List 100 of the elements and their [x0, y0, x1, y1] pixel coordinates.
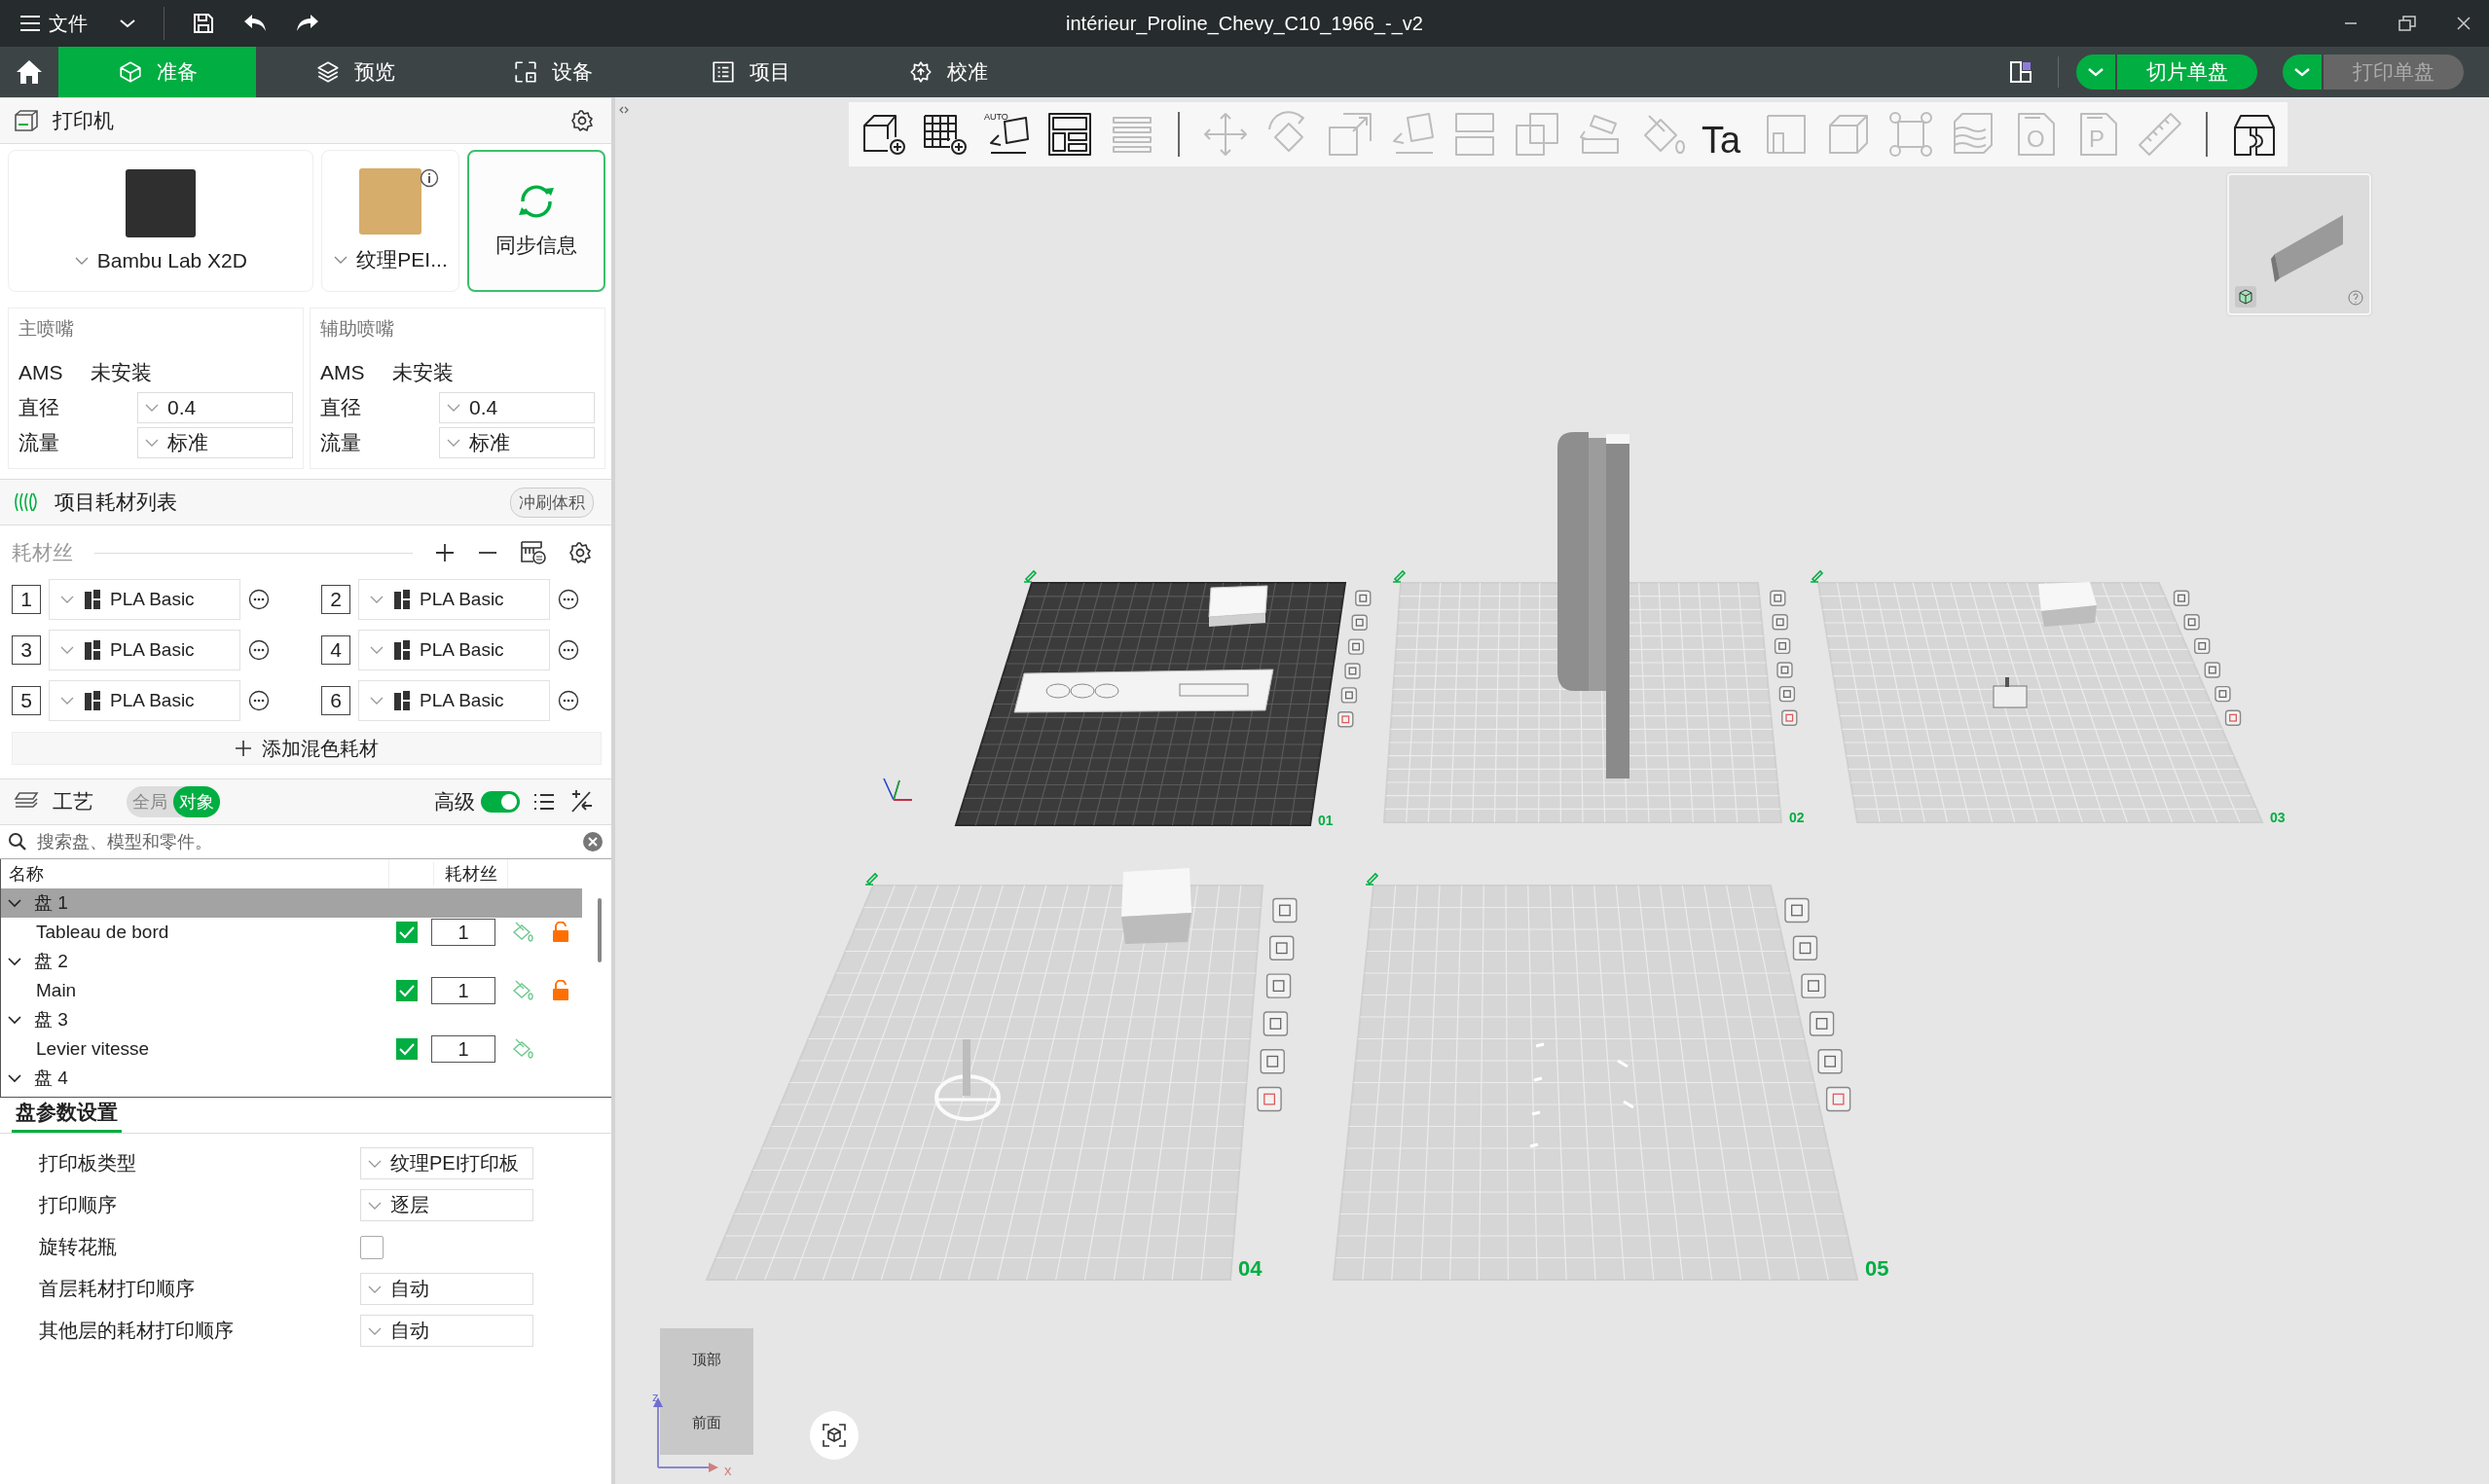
search-field[interactable]: 搜索盘、模型和零件。 — [35, 830, 574, 853]
box-model[interactable] — [1208, 585, 1268, 627]
settings-tab[interactable]: 盘参数设置 — [12, 1099, 122, 1133]
plus-icon[interactable] — [235, 740, 252, 757]
diameter-dropdown[interactable]: 0.4 — [439, 392, 595, 423]
plate-tool-icon[interactable] — [1340, 687, 1358, 704]
setting-dropdown[interactable]: 逐层 — [360, 1189, 533, 1221]
small-model[interactable] — [1993, 677, 2028, 708]
printer-model[interactable]: Bambu Lab X2D — [96, 249, 247, 272]
plate-tool-icon[interactable] — [1272, 897, 1298, 923]
filament-number-field[interactable]: 1 — [431, 1035, 495, 1063]
filament-dropdown[interactable]: PLA Basic — [358, 680, 550, 721]
plate-tool-icon[interactable] — [1784, 897, 1810, 923]
setting-dropdown[interactable]: 自动 — [360, 1315, 533, 1347]
plate-selector[interactable]: 纹理PEI... — [320, 150, 460, 292]
chevron-icon[interactable] — [7, 897, 22, 909]
plate-tool-icon[interactable] — [2173, 590, 2190, 606]
cube-face-label[interactable]: 顶部 — [692, 1351, 721, 1369]
plate-row[interactable]: 盘 4 — [1, 1064, 582, 1093]
more-icon[interactable] — [248, 589, 270, 610]
plate-tool-icon[interactable] — [1778, 685, 1796, 703]
plate-tool-icon[interactable] — [2183, 614, 2200, 631]
nav-tab[interactable]: 项目 — [651, 47, 849, 97]
nav-tab[interactable]: 设备 — [454, 47, 651, 97]
plate-tool-icon[interactable] — [1257, 1086, 1282, 1112]
setting-dropdown[interactable]: 纹理PEI打印板 — [360, 1147, 533, 1179]
save-icon[interactable] — [192, 12, 215, 35]
filament-number-field[interactable]: 1 — [431, 919, 495, 946]
cube-icon[interactable] — [821, 1422, 848, 1449]
more-icon[interactable] — [248, 639, 270, 661]
nav-tab[interactable]: 预览 — [256, 47, 454, 97]
object-name[interactable]: Tableau de bord — [36, 922, 396, 943]
sync-button[interactable]: 同步信息 — [467, 150, 605, 292]
flow-dropdown[interactable]: 标准 — [137, 427, 293, 458]
filament-dropdown[interactable]: PLA Basic — [49, 680, 240, 721]
plate-tool-icon[interactable] — [2214, 685, 2231, 703]
tab-icon[interactable] — [710, 59, 736, 85]
object-name[interactable]: Main — [36, 980, 396, 1001]
help-icon[interactable] — [2348, 290, 2363, 306]
add-mixed-filament-button[interactable]: 添加混色耗材 — [12, 732, 602, 765]
plate-tool-icon[interactable] — [2204, 662, 2221, 678]
plate-tool-icon[interactable] — [1781, 709, 1798, 726]
settings-icon[interactable] — [570, 109, 594, 132]
chevron-icon[interactable] — [7, 1014, 22, 1026]
plate-tool-icon[interactable] — [1337, 711, 1354, 728]
plate-type[interactable]: 纹理PEI... — [356, 246, 448, 273]
plate-row[interactable]: 盘 2 — [1, 947, 582, 976]
tall-panel-model[interactable] — [1557, 432, 1629, 778]
plate-tool-icon[interactable] — [1351, 614, 1368, 631]
text-tool-icon[interactable]: Ta — [1700, 110, 1748, 159]
pencil-icon[interactable] — [1023, 569, 1038, 583]
flow-dropdown[interactable]: 标准 — [439, 427, 595, 458]
more-icon[interactable] — [558, 589, 579, 610]
plate-tool-icon[interactable] — [1344, 663, 1361, 679]
plate-row[interactable]: 盘 1 — [1, 888, 582, 918]
scrollbar-thumb[interactable] — [598, 898, 602, 962]
tab-icon[interactable] — [512, 59, 538, 85]
layout-icon[interactable] — [2009, 60, 2032, 84]
plate-tool-icon[interactable] — [1809, 1011, 1835, 1036]
chevron-icon[interactable] — [7, 1072, 22, 1084]
chevron-icon[interactable] — [7, 956, 22, 967]
unlocked-padlock-icon[interactable] — [552, 980, 569, 1001]
nav-tab[interactable]: 校准 — [849, 47, 1046, 97]
plate-tool-icon[interactable] — [1772, 614, 1788, 631]
menu-icon[interactable] — [19, 15, 41, 32]
plate-tool-icon[interactable] — [1792, 935, 1818, 960]
arrange-icon[interactable] — [1045, 110, 1094, 159]
dropdown-toggle[interactable] — [2076, 54, 2117, 90]
close-icon[interactable] — [2456, 16, 2471, 31]
cube-face-label[interactable]: 前面 — [692, 1414, 721, 1432]
filament-dropdown[interactable]: PLA Basic — [49, 630, 240, 670]
dropdown-toggle[interactable] — [2283, 54, 2324, 90]
more-icon[interactable] — [558, 639, 579, 661]
filament-dropdown[interactable]: PLA Basic — [358, 630, 550, 670]
dashboard-model[interactable] — [1013, 669, 1274, 713]
unlocked-padlock-icon[interactable] — [552, 922, 569, 943]
plate-tool-icon[interactable] — [1801, 973, 1826, 998]
compare-icon[interactable] — [568, 790, 594, 814]
plate-tool-icon[interactable] — [1265, 973, 1292, 998]
plate-tool-icon[interactable] — [1776, 662, 1793, 678]
settings-icon[interactable] — [568, 541, 592, 564]
diameter-dropdown[interactable]: 0.4 — [137, 392, 293, 423]
view-cube[interactable]: 顶部 前面 — [660, 1328, 753, 1455]
home-icon[interactable] — [15, 58, 44, 86]
ams-sync-icon[interactable] — [520, 540, 547, 565]
plate-tool-icon[interactable] — [1825, 1086, 1851, 1112]
filament-dropdown[interactable]: PLA Basic — [358, 579, 550, 620]
list-icon[interactable] — [533, 792, 555, 812]
tab-icon[interactable] — [314, 59, 341, 85]
plate-tool-icon[interactable] — [2194, 637, 2211, 655]
restore-icon[interactable] — [2397, 15, 2417, 32]
plate-tool-icon[interactable] — [1355, 590, 1372, 606]
plate-tool-icon[interactable] — [1770, 590, 1786, 606]
flush-volume-button[interactable]: 冲刷体积 — [510, 487, 594, 518]
printer-selector[interactable]: Bambu Lab X2D — [8, 150, 313, 292]
plate-tool-icon[interactable] — [2224, 709, 2242, 726]
plate-tool-icon[interactable] — [1774, 637, 1791, 655]
plate-tool-icon[interactable] — [1269, 935, 1295, 960]
setting-checkbox[interactable] — [360, 1235, 384, 1259]
chevron-down-icon[interactable] — [119, 18, 136, 29]
